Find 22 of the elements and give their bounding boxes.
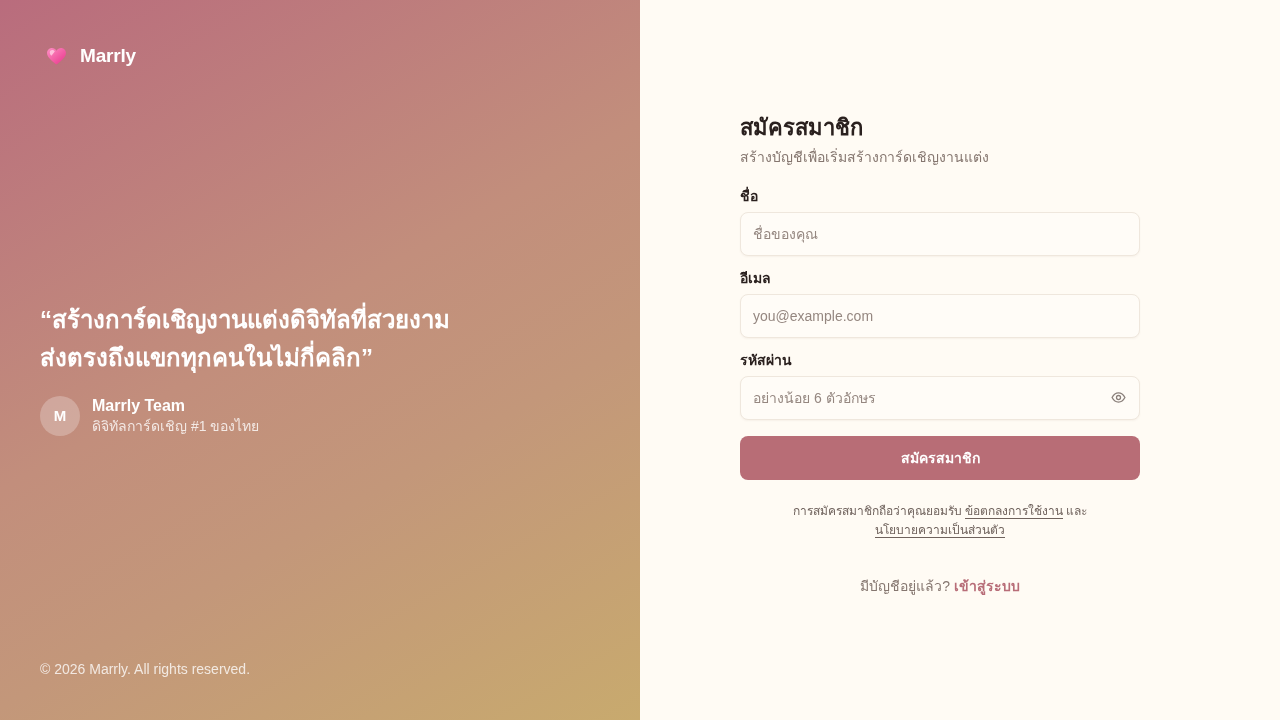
policy-link[interactable]: ข้อตกลงการใช้งาน <box>965 504 1063 519</box>
avatar: M <box>40 395 80 436</box>
eye-icon[interactable] <box>1111 392 1126 403</box>
brand-name: Marrly <box>80 45 136 67</box>
email-field[interactable]: you@example.com <box>740 294 1140 338</box>
policy-link[interactable]: นโยบายความเป็นส่วนตัว <box>875 523 1005 538</box>
author-tagline: ดิจิทัลการ์ดเชิญ #1 ของไทย <box>92 417 260 436</box>
hero-quote: “สร้างการ์ดเชิญงานแต่งดิจิทัลที่สวยงาม ส่งตรงถึงแขกทุกคนในไม่กี่คลิก” <box>40 301 450 377</box>
password-field[interactable]: อย่างน้อย 6 ตัวอักษร <box>740 376 1140 420</box>
form-title: สมัครสมาชิก <box>740 114 863 142</box>
field-label: รหัสผ่าน <box>740 351 792 370</box>
name-field[interactable]: ชื่อของคุณ <box>740 212 1140 256</box>
author-name: Marrly Team <box>92 396 186 416</box>
form-subtitle: สร้างบัญชีเพื่อเริ่มสร้างการ์ดเชิญงานแต่ง <box>740 147 989 167</box>
login-prompt: มีบัญชีอยู่แล้ว? เข้าสู่ระบบ <box>860 577 1020 596</box>
signup-button[interactable]: สมัครสมาชิก <box>740 436 1140 480</box>
field-label: อีเมล <box>740 269 771 288</box>
terms-text: การสมัครสมาชิกถือว่าคุณยอมรับ ข้อตกลงการใช้งาน และ นโยบายความเป็นส่วนตัว <box>791 503 1089 540</box>
heart-logo-icon <box>47 47 66 65</box>
login-link[interactable]: เข้าสู่ระบบ <box>953 578 1020 594</box>
copyright-text: © 2026 Marrly. All rights reserved. <box>40 660 251 679</box>
field-label: ชื่อ <box>740 186 758 206</box>
